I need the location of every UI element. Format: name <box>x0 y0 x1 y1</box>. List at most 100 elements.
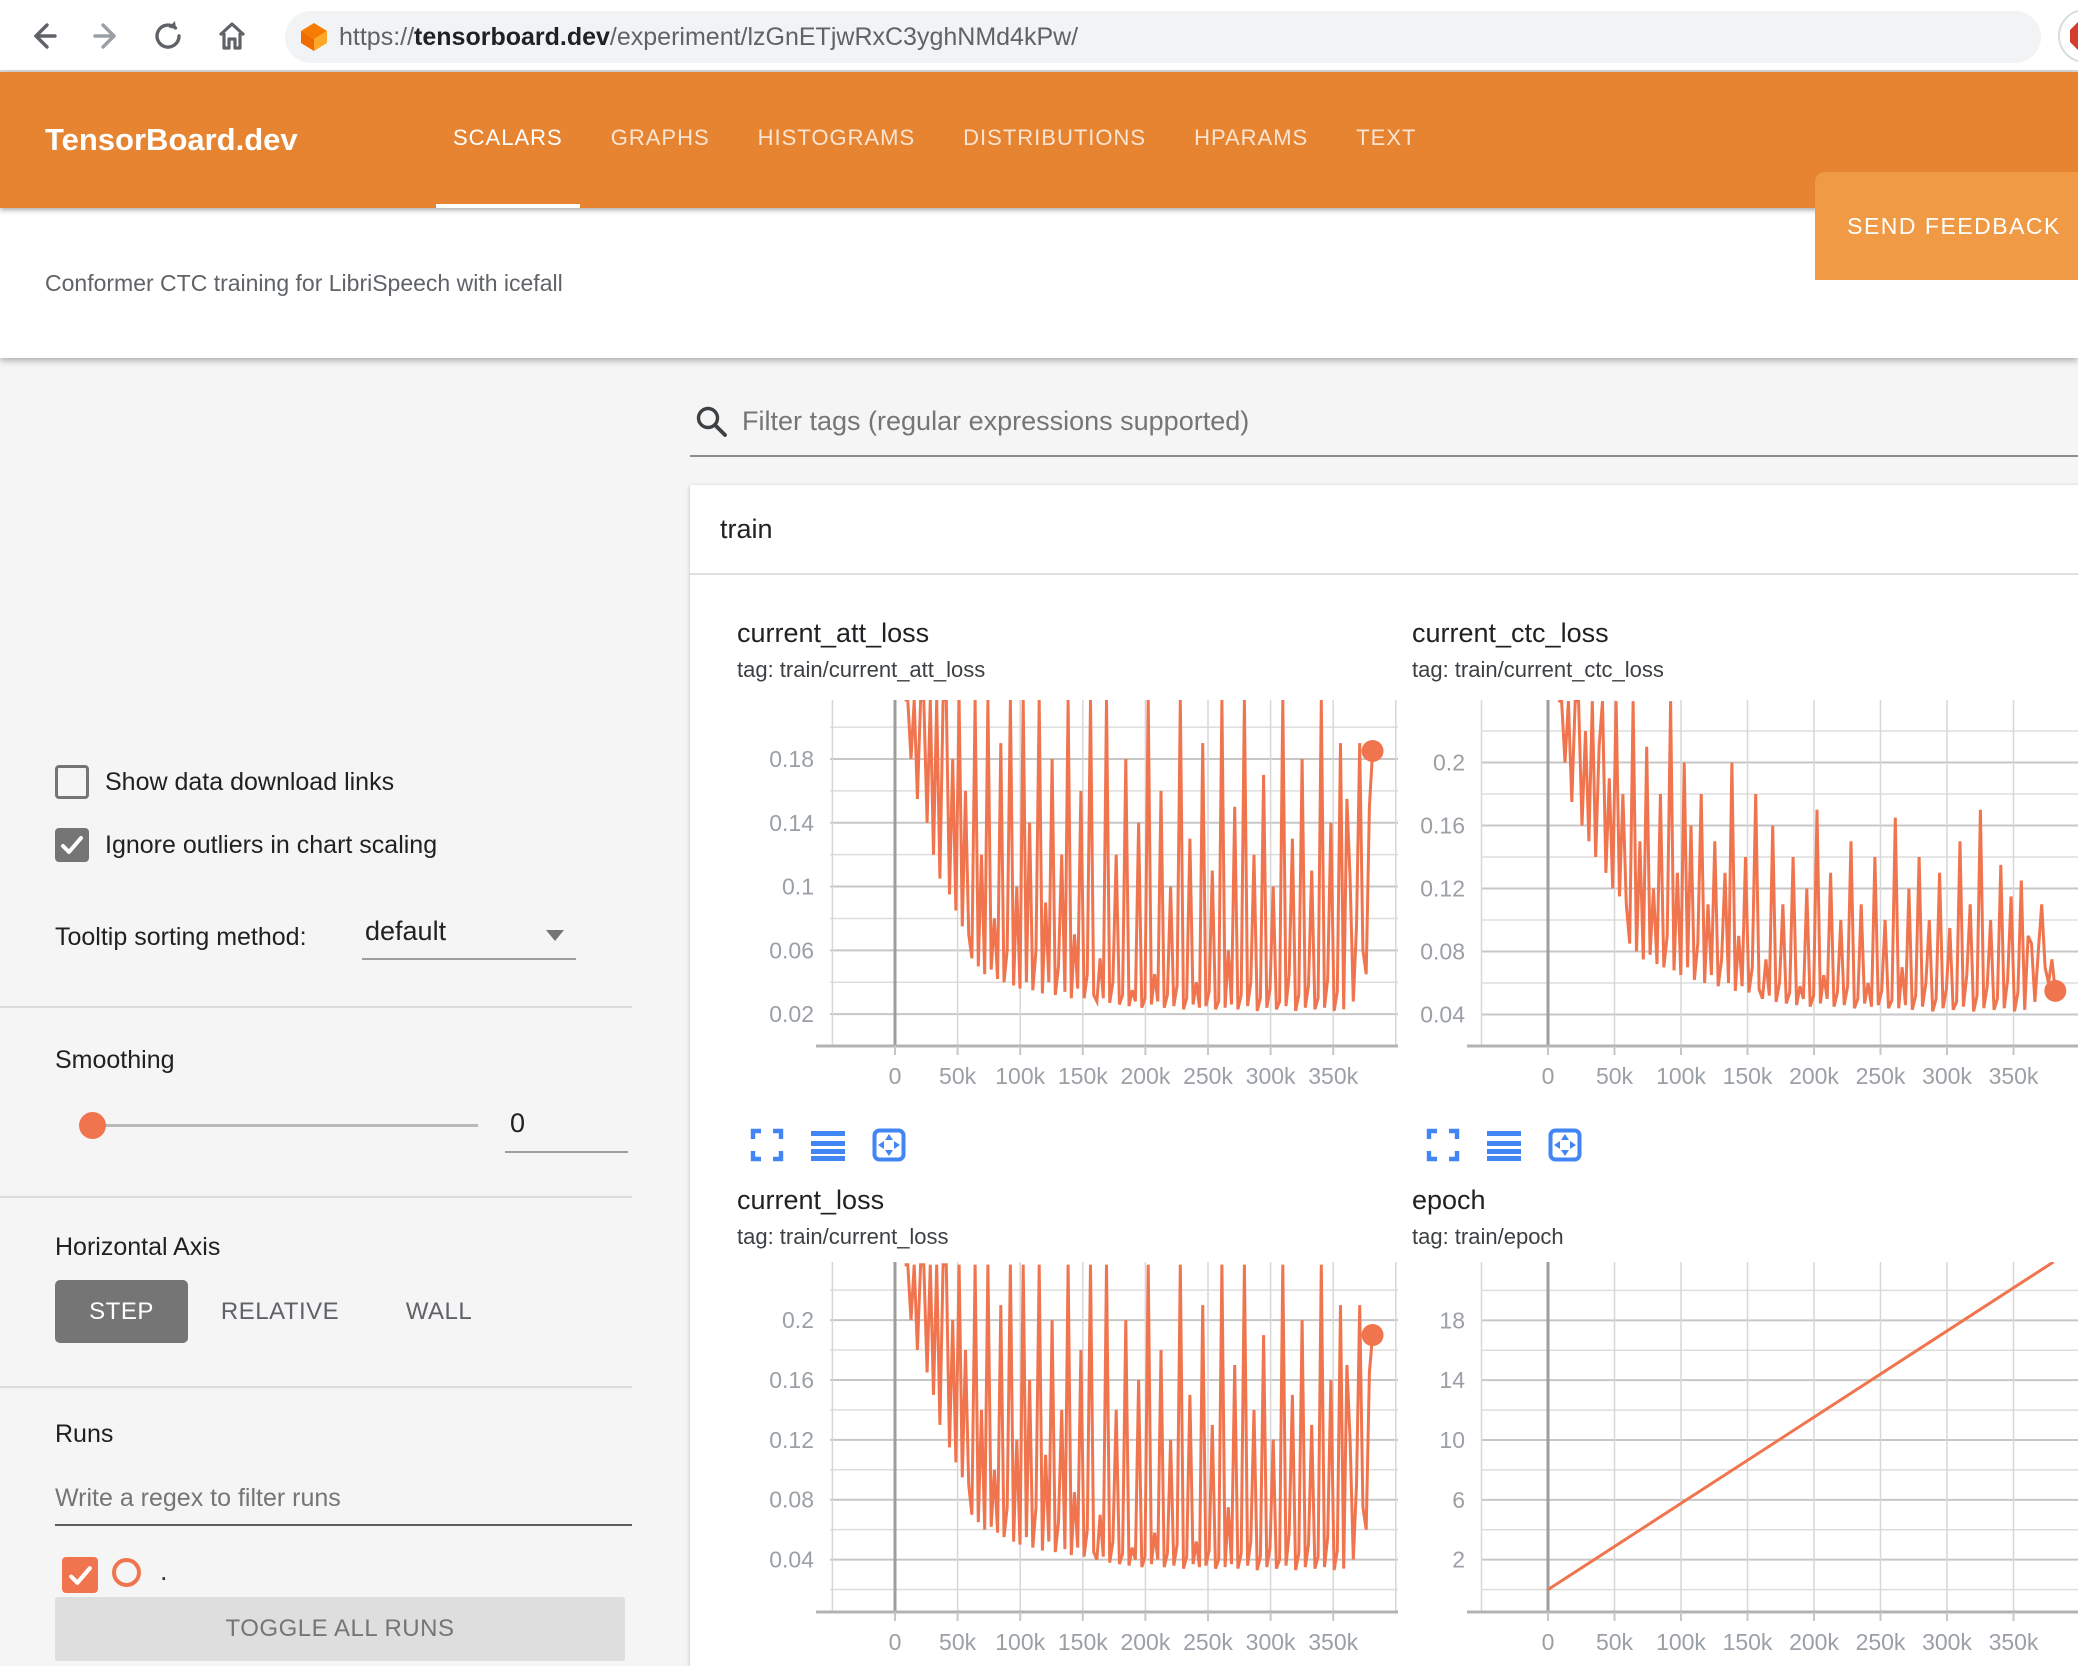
nav-tabs: SCALARS GRAPHS HISTOGRAMS DISTRIBUTIONS … <box>436 72 1433 208</box>
tab-distributions[interactable]: DISTRIBUTIONS <box>946 72 1163 208</box>
forward-icon[interactable] <box>88 16 128 56</box>
reload-icon[interactable] <box>148 16 188 56</box>
ignore-outliers-checkbox[interactable] <box>55 828 89 862</box>
section-title: train <box>720 513 773 544</box>
run-color-swatch[interactable] <box>112 1558 141 1587</box>
svg-text:100k: 100k <box>995 1063 1045 1089</box>
axis-relative-button[interactable]: RELATIVE <box>221 1280 339 1343</box>
url-bar[interactable]: https://tensorboard.dev/experiment/lzGnE… <box>285 11 2041 63</box>
svg-text:0.16: 0.16 <box>1420 813 1465 839</box>
svg-text:150k: 150k <box>1058 1063 1108 1089</box>
svg-text:300k: 300k <box>1246 1063 1296 1089</box>
svg-text:350k: 350k <box>1989 1063 2039 1089</box>
show-download-links-checkbox[interactable] <box>55 765 89 799</box>
filter-tags-input[interactable]: Filter tags (regular expressions support… <box>742 406 1249 437</box>
horizontal-axis-label: Horizontal Axis <box>55 1233 221 1261</box>
settings-sidebar: Show data download links Ignore outliers… <box>0 358 690 1666</box>
tab-hparams[interactable]: HPARAMS <box>1177 72 1325 208</box>
filter-tags-underline <box>690 455 2078 457</box>
divider <box>0 1386 632 1388</box>
svg-text:150k: 150k <box>1058 1629 1108 1655</box>
run-checkbox[interactable] <box>62 1557 98 1593</box>
svg-text:0.16: 0.16 <box>769 1367 814 1393</box>
svg-text:50k: 50k <box>939 1629 977 1655</box>
chart-plot-current-loss[interactable]: 0 50k 100k 150k 200k 250k 300k 350k 0.04 0.08 0.12… <box>752 1262 1406 1666</box>
send-feedback-button[interactable]: SEND FEEDBACK <box>1815 172 2078 280</box>
experiment-title: Conformer CTC training for LibriSpeech w… <box>45 269 563 296</box>
experiment-subtitle-bar: Conformer CTC training for LibriSpeech w… <box>0 208 2078 358</box>
run-name: . <box>160 1556 168 1586</box>
svg-text:0.08: 0.08 <box>769 1487 814 1513</box>
fit-domain-icon[interactable] <box>872 1128 906 1162</box>
toggle-all-runs-button[interactable]: TOGGLE ALL RUNS <box>55 1597 625 1661</box>
tab-scalars[interactable]: SCALARS <box>436 72 580 208</box>
svg-text:0.14: 0.14 <box>769 810 814 836</box>
svg-text:100k: 100k <box>995 1629 1045 1655</box>
log-scale-icon[interactable] <box>811 1128 845 1162</box>
svg-text:14: 14 <box>1439 1367 1465 1393</box>
svg-text:0.06: 0.06 <box>769 937 814 963</box>
smoothing-slider-thumb[interactable] <box>79 1112 106 1139</box>
chart-title: current_loss <box>737 1185 885 1215</box>
svg-text:250k: 250k <box>1183 1629 1233 1655</box>
chevron-down-icon[interactable] <box>546 930 564 941</box>
log-scale-icon[interactable] <box>1487 1128 1521 1162</box>
home-icon[interactable] <box>212 16 252 56</box>
svg-text:0: 0 <box>1542 1629 1555 1655</box>
svg-text:6: 6 <box>1452 1487 1465 1513</box>
tensorboard-page: https://tensorboard.dev/experiment/lzGnE… <box>0 0 2078 1666</box>
svg-text:0: 0 <box>889 1629 902 1655</box>
divider <box>0 1196 632 1198</box>
expand-chart-icon[interactable] <box>1426 1128 1460 1162</box>
chart-plot-current-ctc-loss[interactable]: 0 50k 100k 150k 200k 250k 300k 350k 0.04 0.08 0.12… <box>1403 699 2078 1101</box>
tab-text[interactable]: TEXT <box>1339 72 1433 208</box>
fit-domain-icon[interactable] <box>1548 1128 1582 1162</box>
svg-text:10: 10 <box>1439 1427 1465 1453</box>
chart-plot-epoch[interactable]: 0 50k 100k 150k 200k 250k 300k 350k 2 6 10 14 18 <box>1403 1260 2078 1666</box>
search-icon <box>694 404 728 438</box>
tooltip-sorting-select[interactable]: default <box>365 916 446 947</box>
chart-title: current_ctc_loss <box>1412 618 1609 648</box>
axis-wall-button[interactable]: WALL <box>394 1280 484 1343</box>
browser-toolbar: https://tensorboard.dev/experiment/lzGnE… <box>0 0 2078 72</box>
ignore-outliers-label: Ignore outliers in chart scaling <box>105 831 438 859</box>
extension-icon[interactable] <box>2058 9 2078 63</box>
svg-text:200k: 200k <box>1120 1063 1170 1089</box>
tab-histograms[interactable]: HISTOGRAMS <box>741 72 933 208</box>
runs-label: Runs <box>55 1420 114 1448</box>
svg-text:18: 18 <box>1439 1307 1465 1333</box>
svg-text:0.2: 0.2 <box>782 1307 814 1333</box>
svg-text:50k: 50k <box>939 1063 977 1089</box>
axis-step-button[interactable]: STEP <box>55 1280 188 1343</box>
svg-text:300k: 300k <box>1922 1063 1972 1089</box>
check-icon <box>61 836 83 854</box>
expand-chart-icon[interactable] <box>750 1128 784 1162</box>
divider <box>0 1006 632 1008</box>
svg-text:300k: 300k <box>1922 1629 1972 1655</box>
svg-text:0.02: 0.02 <box>769 1001 814 1027</box>
svg-text:350k: 350k <box>1989 1629 2039 1655</box>
svg-text:200k: 200k <box>1120 1629 1170 1655</box>
svg-text:0.08: 0.08 <box>1420 939 1465 965</box>
tooltip-sorting-underline <box>362 958 576 960</box>
back-icon[interactable] <box>22 16 62 56</box>
svg-text:150k: 150k <box>1723 1063 1773 1089</box>
svg-text:0: 0 <box>889 1063 902 1089</box>
svg-text:300k: 300k <box>1246 1629 1296 1655</box>
chart-title: epoch <box>1412 1185 1486 1215</box>
tooltip-sorting-label: Tooltip sorting method: <box>55 923 307 951</box>
runs-filter-underline <box>55 1524 632 1526</box>
smoothing-value[interactable]: 0 <box>510 1108 525 1139</box>
train-section-header[interactable]: train <box>690 485 2078 575</box>
chart-tag: tag: train/current_ctc_loss <box>1412 657 1664 682</box>
smoothing-slider[interactable] <box>85 1124 478 1127</box>
svg-text:0.18: 0.18 <box>769 746 814 772</box>
tensorboard-logo[interactable]: TensorBoard.dev <box>45 72 298 208</box>
chart-tag: tag: train/epoch <box>1412 1224 1564 1249</box>
runs-filter-input[interactable]: Write a regex to filter runs <box>55 1484 341 1513</box>
tab-graphs[interactable]: GRAPHS <box>594 72 727 208</box>
adblock-octagon-icon <box>2070 21 2078 51</box>
svg-text:200k: 200k <box>1789 1629 1839 1655</box>
chart-plot-current-att-loss[interactable]: 0 50k 100k 150k 200k 250k 300k 350k 0.02 0.06 0.1 0… <box>752 698 1406 1101</box>
svg-text:100k: 100k <box>1656 1629 1706 1655</box>
